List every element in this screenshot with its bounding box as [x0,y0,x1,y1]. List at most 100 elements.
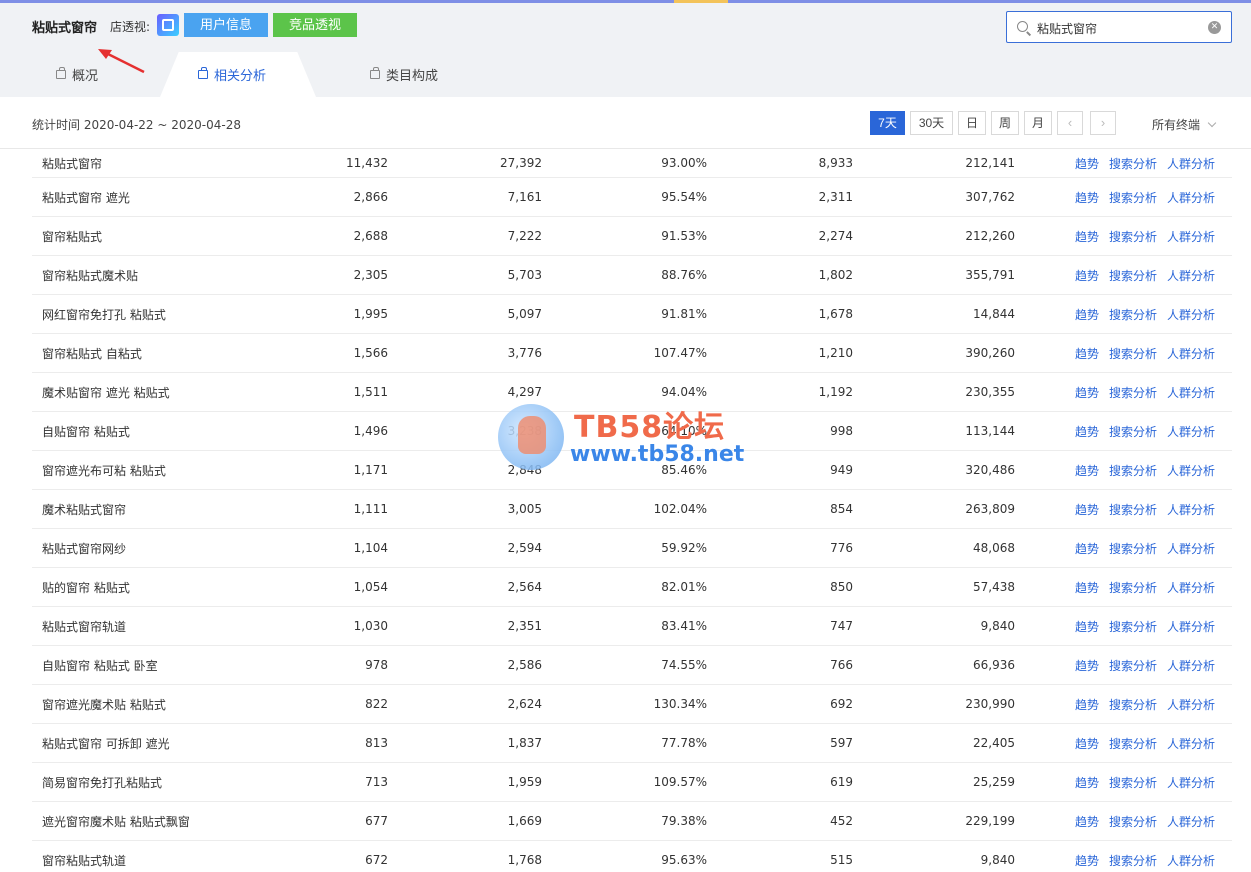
metric-5-cell: 390,260 [965,346,1015,360]
prev-period-button[interactable]: ‹ [1057,111,1083,135]
keyword-cell: 网红窗帘免打孔 粘贴式 [42,307,166,322]
crowd-analysis-link[interactable]: 人群分析 [1167,462,1215,479]
metric-5-cell: 230,355 [965,385,1015,399]
search-analysis-link[interactable]: 搜索分析 [1109,384,1157,401]
table-row: 窗帘粘贴式魔术贴 2,305 5,703 88.76% 1,802 355,791 趋势 搜索… [32,256,1232,295]
trend-link[interactable]: 趋势 [1075,813,1099,830]
trend-link[interactable]: 趋势 [1075,540,1099,557]
crowd-analysis-link[interactable]: 人群分析 [1167,579,1215,596]
trend-link[interactable]: 趋势 [1075,306,1099,323]
metric-4-cell: 776 [830,541,853,555]
search-analysis-link[interactable]: 搜索分析 [1109,774,1157,791]
crowd-analysis-link[interactable]: 人群分析 [1167,306,1215,323]
metric-2-cell: 1,768 [507,853,542,867]
search-analysis-link[interactable]: 搜索分析 [1109,189,1157,206]
trend-link[interactable]: 趋势 [1075,462,1099,479]
table-row: 网红窗帘免打孔 粘贴式 1,995 5,097 91.81% 1,678 14,844 趋势… [32,295,1232,334]
crowd-analysis-link[interactable]: 人群分析 [1167,540,1215,557]
trend-link[interactable]: 趋势 [1075,155,1099,172]
search-analysis-link[interactable]: 搜索分析 [1109,345,1157,362]
search-analysis-link[interactable]: 搜索分析 [1109,696,1157,713]
crowd-analysis-link[interactable]: 人群分析 [1167,657,1215,674]
metric-4-cell: 998 [830,424,853,438]
search-analysis-link[interactable]: 搜索分析 [1109,462,1157,479]
search-analysis-link[interactable]: 搜索分析 [1109,657,1157,674]
metric-2-cell: 2,594 [507,541,542,555]
tab-overview[interactable]: 概况 [56,52,98,97]
page-title: 粘贴式窗帘 [32,21,98,36]
search-analysis-link[interactable]: 搜索分析 [1109,618,1157,635]
crowd-analysis-link[interactable]: 人群分析 [1167,267,1215,284]
crowd-analysis-link[interactable]: 人群分析 [1167,813,1215,830]
metric-1-cell: 677 [365,814,388,828]
period-30-days-button[interactable]: 30天 [910,111,953,135]
trend-link[interactable]: 趋势 [1075,774,1099,791]
table-row: 自贴窗帘 粘贴式 1,496 3,238 64.10% 998 113,144 趋势 搜索分析… [32,412,1232,451]
search-analysis-link[interactable]: 搜索分析 [1109,267,1157,284]
crowd-analysis-link[interactable]: 人群分析 [1167,423,1215,440]
search-analysis-link[interactable]: 搜索分析 [1109,423,1157,440]
crowd-analysis-link[interactable]: 人群分析 [1167,618,1215,635]
crowd-analysis-link[interactable]: 人群分析 [1167,852,1215,869]
trend-link[interactable]: 趋势 [1075,267,1099,284]
crowd-analysis-link[interactable]: 人群分析 [1167,384,1215,401]
tab-category-composition-label: 类目构成 [386,69,439,84]
trend-link[interactable]: 趋势 [1075,579,1099,596]
trend-link[interactable]: 趋势 [1075,735,1099,752]
search-box[interactable]: 粘贴式窗帘 ✕ [1006,11,1232,43]
metric-3-cell: 109.57% [653,775,707,789]
search-analysis-link[interactable]: 搜索分析 [1109,501,1157,518]
search-input[interactable]: 粘贴式窗帘 [1037,20,1097,37]
metric-2-cell: 1,669 [507,814,542,828]
user-info-button[interactable]: 用户信息 [184,13,268,37]
trend-link[interactable]: 趋势 [1075,228,1099,245]
tab-category-composition[interactable]: 类目构成 [370,52,438,97]
metric-1-cell: 1,030 [353,619,388,633]
search-analysis-link[interactable]: 搜索分析 [1109,155,1157,172]
search-analysis-link[interactable]: 搜索分析 [1109,306,1157,323]
keyword-cell: 粘贴式窗帘网纱 [42,541,127,556]
trend-link[interactable]: 趋势 [1075,852,1099,869]
crowd-analysis-link[interactable]: 人群分析 [1167,228,1215,245]
keyword-cell: 贴的窗帘 粘贴式 [42,580,130,595]
metric-1-cell: 672 [365,853,388,867]
period-7-days-button[interactable]: 7天 [870,111,905,135]
shop-view-icon[interactable] [157,14,179,36]
search-analysis-link[interactable]: 搜索分析 [1109,579,1157,596]
trend-link[interactable]: 趋势 [1075,384,1099,401]
crowd-analysis-link[interactable]: 人群分析 [1167,501,1215,518]
period-month-button[interactable]: 月 [1024,111,1052,135]
next-period-button[interactable]: › [1090,111,1116,135]
metric-3-cell: 93.00% [661,156,707,170]
trend-link[interactable]: 趋势 [1075,501,1099,518]
competitor-view-button[interactable]: 竞品透视 [273,13,357,37]
metric-3-cell: 95.63% [661,853,707,867]
trend-link[interactable]: 趋势 [1075,189,1099,206]
search-analysis-link[interactable]: 搜索分析 [1109,735,1157,752]
search-analysis-link[interactable]: 搜索分析 [1109,228,1157,245]
period-day-button[interactable]: 日 [958,111,986,135]
clear-icon[interactable]: ✕ [1208,21,1221,34]
crowd-analysis-link[interactable]: 人群分析 [1167,774,1215,791]
crowd-analysis-link[interactable]: 人群分析 [1167,345,1215,362]
period-week-button[interactable]: 周 [991,111,1019,135]
crowd-analysis-link[interactable]: 人群分析 [1167,155,1215,172]
trend-link[interactable]: 趋势 [1075,345,1099,362]
terminal-select[interactable]: 所有终端 [1152,116,1217,133]
table-row: 自贴窗帘 粘贴式 卧室 978 2,586 74.55% 766 66,936 趋势 搜索分析… [32,646,1232,685]
trend-link[interactable]: 趋势 [1075,657,1099,674]
tab-related-analysis[interactable]: 相关分析 [198,52,266,97]
metric-4-cell: 766 [830,658,853,672]
crowd-analysis-link[interactable]: 人群分析 [1167,696,1215,713]
trend-link[interactable]: 趋势 [1075,618,1099,635]
search-analysis-link[interactable]: 搜索分析 [1109,540,1157,557]
bag-icon [370,67,380,79]
trend-link[interactable]: 趋势 [1075,423,1099,440]
crowd-analysis-link[interactable]: 人群分析 [1167,735,1215,752]
trend-link[interactable]: 趋势 [1075,696,1099,713]
metric-3-cell: 77.78% [661,736,707,750]
search-analysis-link[interactable]: 搜索分析 [1109,813,1157,830]
metric-1-cell: 1,995 [353,307,388,321]
search-analysis-link[interactable]: 搜索分析 [1109,852,1157,869]
crowd-analysis-link[interactable]: 人群分析 [1167,189,1215,206]
